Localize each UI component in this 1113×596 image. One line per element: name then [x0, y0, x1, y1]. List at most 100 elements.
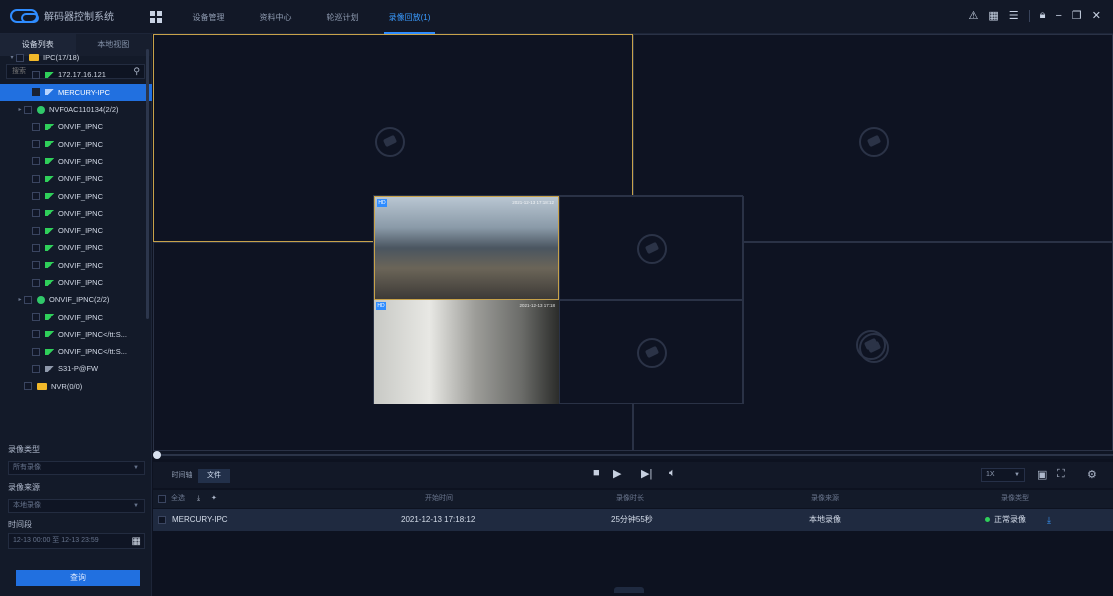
close-icon[interactable]: ✕: [1092, 9, 1101, 22]
tree-checkbox[interactable]: [32, 157, 40, 166]
query-button[interactable]: 查询: [16, 570, 140, 586]
record-source-select[interactable]: 本地录像 ▼: [8, 499, 145, 513]
tree-checkbox[interactable]: [32, 330, 40, 339]
lock-icon[interactable]: 🔒︎: [1040, 9, 1046, 22]
next-frame-icon[interactable]: ▶|: [641, 467, 652, 480]
row-checkbox[interactable]: [158, 516, 166, 524]
tree-checkbox[interactable]: [32, 174, 40, 183]
table-row[interactable]: MERCURY-IPC 2021-12-13 17:18:12 25分钟55秒 …: [153, 509, 1113, 531]
tree-checkbox[interactable]: [16, 53, 24, 62]
time-range-field[interactable]: 12-13 00:00 至 12-13 23:59 ▦: [8, 533, 145, 549]
tab-resource-center[interactable]: 资料中心: [242, 0, 309, 34]
volume-icon[interactable]: 🔈︎: [669, 467, 676, 480]
minimize-icon[interactable]: −: [1055, 10, 1061, 22]
collapse-handle[interactable]: [614, 587, 644, 593]
tree-item[interactable]: S31-P@FW: [0, 360, 152, 377]
tree-item[interactable]: ONVIF_IPNC: [0, 274, 152, 291]
video-subcell-4[interactable]: [559, 300, 744, 404]
tree-item[interactable]: NVR(0/0): [0, 378, 152, 395]
download-icon[interactable]: ⤓: [197, 490, 200, 508]
tree-item[interactable]: ONVIF_IPNC: [0, 187, 152, 204]
calendar-icon[interactable]: ▦: [132, 535, 141, 549]
tab-patrol-plan[interactable]: 轮巡计划: [309, 0, 376, 34]
tree-item-label: ONVIF_IPNC</tt:S...: [58, 347, 127, 357]
tree-checkbox[interactable]: [32, 364, 40, 373]
tree-item-label: ONVIF_IPNC: [58, 191, 104, 201]
message-icon[interactable]: ▦: [988, 9, 998, 22]
tree-item[interactable]: MERCURY-IPC: [0, 83, 152, 101]
chevron-icon[interactable]: ▸: [16, 296, 24, 303]
select-all-checkbox[interactable]: [158, 495, 166, 503]
tree-checkbox[interactable]: [32, 88, 40, 97]
row-duration: 25分钟55秒: [611, 515, 653, 524]
record-type-select[interactable]: 所有录像 ▼: [8, 461, 145, 475]
stop-icon[interactable]: ■: [593, 467, 600, 479]
tree-item-label: MERCURY-IPC: [58, 87, 111, 97]
tree-checkbox[interactable]: [32, 347, 40, 356]
tree-checkbox[interactable]: [32, 226, 40, 235]
list-menu-icon[interactable]: ☰: [1009, 9, 1019, 22]
tree-item[interactable]: ONVIF_IPNC: [0, 239, 152, 256]
main-tabs: 设备管理 资料中心 轮巡计划 录像回放(1): [175, 0, 443, 34]
hd-badge: HD: [376, 302, 386, 310]
tree-item[interactable]: ▸ NVF0AC110134(2/2): [0, 101, 152, 118]
tree-checkbox[interactable]: [32, 278, 40, 287]
tab-timeline[interactable]: 时间轴: [166, 469, 198, 483]
chevron-icon[interactable]: ▾: [8, 54, 16, 61]
tree-checkbox[interactable]: [24, 382, 32, 391]
fullscreen-icon[interactable]: ⛶: [1057, 468, 1065, 481]
camera-online-icon: [45, 158, 54, 165]
tree-checkbox[interactable]: [24, 295, 32, 304]
tag-icon[interactable]: ✦: [211, 490, 217, 508]
tree-item[interactable]: ONVIF_IPNC: [0, 170, 152, 187]
tree-item[interactable]: ONVIF_IPNC: [0, 308, 152, 325]
app-menu-icon[interactable]: [150, 11, 162, 23]
tree-item-label: ONVIF_IPNC: [58, 278, 104, 287]
tree-checkbox[interactable]: [32, 140, 40, 149]
timeline-slider[interactable]: [153, 451, 1113, 459]
tab-file[interactable]: 文件: [198, 469, 230, 483]
tab-device-management[interactable]: 设备管理: [175, 0, 242, 34]
play-icon[interactable]: ▶: [613, 467, 621, 480]
record-type-label: 录像类型: [8, 445, 40, 454]
tree-item[interactable]: ▸ ONVIF_IPNC(2/2): [0, 291, 152, 308]
camera-online-icon: [45, 244, 54, 251]
tree-item[interactable]: ONVIF_IPNC: [0, 118, 152, 135]
chevron-icon[interactable]: ▸: [16, 106, 24, 113]
tree-item[interactable]: ONVIF_IPNC: [0, 222, 152, 239]
tree-item[interactable]: 172.17.16.121: [0, 66, 152, 83]
tree-item[interactable]: ONVIF_IPNC</tt:S...: [0, 343, 152, 360]
camera-online-icon: [45, 331, 54, 338]
tree-checkbox[interactable]: [32, 313, 40, 322]
tree-item[interactable]: ONVIF_IPNC: [0, 205, 152, 222]
tree-item[interactable]: ONVIF_IPNC</tt:S...: [0, 326, 152, 343]
alarm-icon[interactable]: ⚠: [968, 9, 978, 22]
nvr-icon: [37, 105, 45, 114]
tree-checkbox[interactable]: [32, 122, 40, 131]
tree-checkbox[interactable]: [32, 243, 40, 252]
live-feed-1[interactable]: HD 2021-12-13 17:18:12: [374, 196, 559, 300]
restore-icon[interactable]: ❐: [1072, 9, 1082, 22]
live-feed-2[interactable]: HD 2021-12-13 17:18: [374, 300, 559, 404]
layout-icon[interactable]: ▣: [1037, 468, 1047, 481]
video-subcell-2[interactable]: [559, 196, 744, 300]
tree-checkbox[interactable]: [32, 192, 40, 201]
settings-icon[interactable]: ⚙: [1087, 468, 1097, 481]
tree-item[interactable]: ONVIF_IPNC: [0, 257, 152, 274]
speed-select[interactable]: 1X ▼: [981, 468, 1025, 482]
camera-icon: [856, 330, 886, 360]
tree-checkbox[interactable]: [32, 70, 40, 79]
tree-checkbox[interactable]: [24, 105, 32, 114]
tree-item[interactable]: ONVIF_IPNC: [0, 153, 152, 170]
camera-offline-icon: [45, 365, 54, 372]
tree-item[interactable]: ONVIF_IPNC: [0, 135, 152, 152]
tree-item[interactable]: ▾ IPC(17/18): [0, 49, 152, 66]
tree-scrollbar[interactable]: [146, 49, 149, 319]
tree-checkbox[interactable]: [32, 209, 40, 218]
tab-playback[interactable]: 录像回放(1): [376, 0, 443, 34]
row-start-time: 2021-12-13 17:18:12: [401, 515, 476, 524]
download-icon[interactable]: ⤓: [1047, 509, 1051, 531]
timeline-knob[interactable]: [153, 451, 161, 459]
col-source: 录像来源: [811, 495, 839, 502]
tree-checkbox[interactable]: [32, 261, 40, 270]
